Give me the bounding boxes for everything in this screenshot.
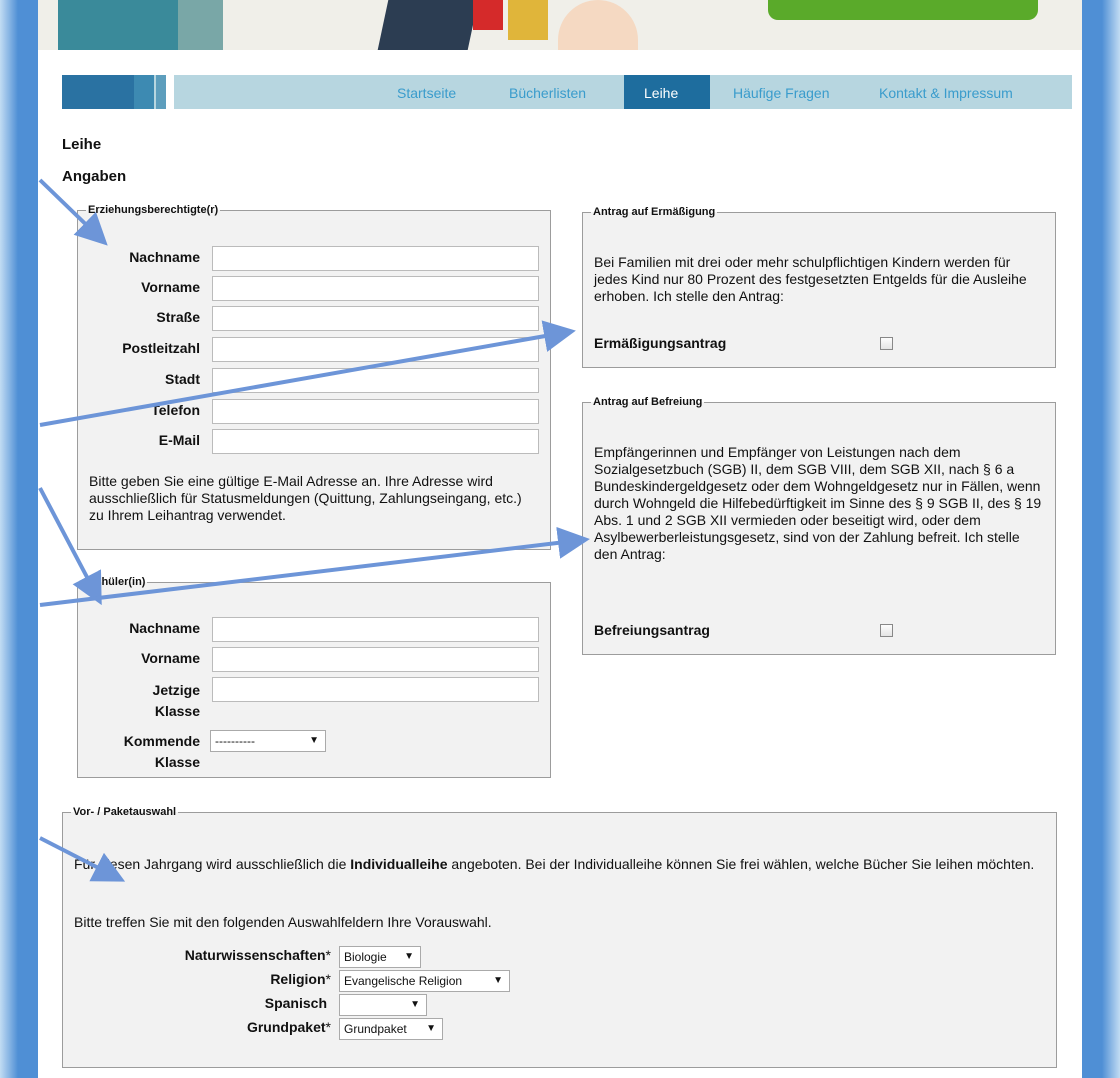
annotation-arrows: [38, 178, 590, 882]
annotation-arrow-2: [39, 320, 576, 427]
annotation-arrow-3: [38, 487, 102, 606]
annotation-arrow-5: [39, 836, 126, 882]
annotation-arrow-4: [39, 526, 590, 607]
annotation-arrow-1: [38, 178, 108, 246]
